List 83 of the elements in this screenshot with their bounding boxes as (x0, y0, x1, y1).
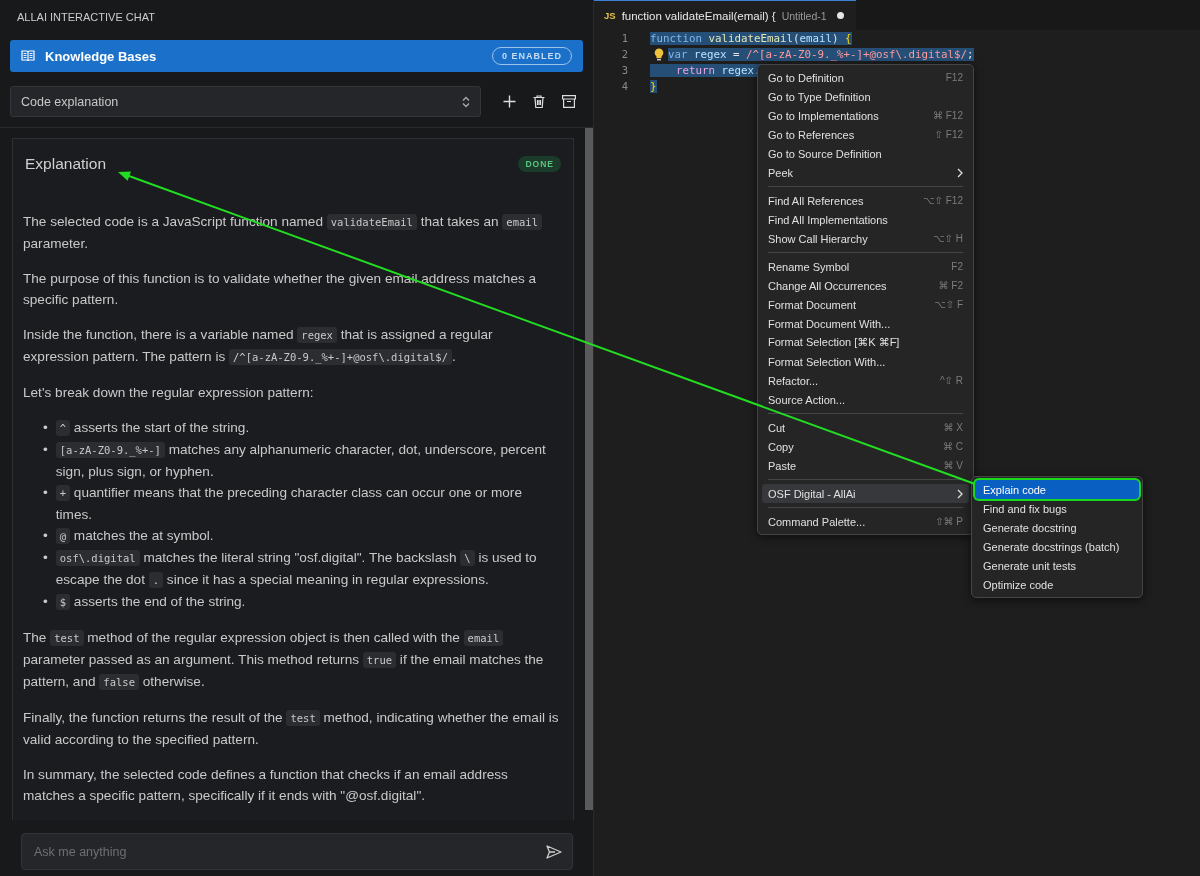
line-number: 3 (620, 64, 629, 76)
menu-item[interactable]: Rename Symbol F2 (762, 257, 969, 276)
book-icon (21, 50, 35, 62)
menu-item[interactable]: Peek (762, 163, 969, 182)
line-number: 2 (620, 48, 629, 60)
submenu-item[interactable]: Generate unit tests (975, 556, 1139, 575)
list-item-text: [a-zA-Z0-9._%+-] matches any alphanumeric character, dot, underscore, percent sign, plus sign, or hyphen. (55, 441, 547, 481)
paragraph: Let's break down the regular expression pattern: (23, 384, 315, 402)
menu-item[interactable]: Find All Implementations (762, 210, 969, 229)
shortcut: ⇧ F12 (934, 129, 963, 140)
menu-item[interactable]: Go to Definition F12 (762, 68, 969, 87)
submenu-item[interactable]: Find and fix bugs (975, 499, 1139, 518)
mode-dropdown[interactable]: Code explanation (10, 86, 481, 117)
lightbulb-icon[interactable] (654, 47, 664, 61)
sort-caret-icon (462, 95, 470, 108)
shortcut: ^⇧ R (939, 375, 963, 386)
submenu-item[interactable]: Optimize code (975, 575, 1139, 594)
shortcut: ⇧⌘ P (935, 516, 963, 527)
bullet: • (43, 527, 48, 545)
menu-item[interactable]: Go to Type Definition (762, 87, 969, 106)
menu-item[interactable]: Cut ⌘ X (762, 418, 969, 437)
list-item-text: $ asserts the end of the string. (55, 591, 246, 613)
list-item-text: @ matches the at symbol. (55, 525, 214, 547)
menu-item[interactable]: Format Selection With... (762, 352, 969, 371)
shortcut: F12 (945, 72, 963, 83)
bullet: • (43, 441, 48, 459)
shortcut: ⌥⇧ F (934, 299, 963, 310)
message-input[interactable]: Ask me anything (32, 843, 546, 860)
menu-item[interactable]: Go to Implementations ⌘ F12 (762, 106, 969, 125)
shortcut: ⌘ V (943, 460, 963, 471)
editor-tab[interactable]: JS function validateEmail(email) { Untitled-1 (594, 0, 856, 30)
menu-item[interactable]: Paste ⌘ V (762, 456, 969, 475)
menu-item[interactable]: Go to References ⇧ F12 (762, 125, 969, 144)
bullet: • (43, 419, 48, 437)
submenu-item[interactable]: Explain code (975, 480, 1139, 499)
scrollbar[interactable] (585, 128, 593, 810)
send-icon[interactable] (546, 844, 562, 859)
paragraph: Finally, the function returns the result of the test method, indicating whether the email is valid according to the specified pattern. (23, 709, 560, 749)
shortcut: ⌘ F12 (933, 110, 963, 121)
menu-item[interactable]: Refactor... ^⇧ R (762, 371, 969, 390)
submenu-item[interactable]: Generate docstring (975, 518, 1139, 537)
knowledge-bases-bar[interactable]: Knowledge Bases 0 ENABLED (10, 40, 583, 72)
paragraph: In summary, the selected code defines a function that checks if an email address matches a specific pattern, specifically if it ends with "@osf.digital". (23, 766, 509, 805)
menu-item[interactable]: Source Action... (762, 390, 969, 409)
submenu-item[interactable]: Generate docstrings (batch) (975, 537, 1139, 556)
menu-item[interactable]: Format Document ⌥⇧ F (762, 295, 969, 314)
paragraph: The purpose of this function is to validate whether the given email address matches a specific pattern. (23, 270, 538, 309)
shortcut: F2 (951, 261, 963, 272)
status-badge: DONE (518, 156, 561, 172)
message-field[interactable]: Ask me anything (21, 833, 573, 870)
menu-item[interactable]: Copy ⌘ C (762, 437, 969, 456)
list-item-text: + quantifier means that the preceding character class can occur one or more times. (55, 484, 523, 524)
js-file-icon: JS (604, 10, 616, 21)
shortcut: ⌥⇧ F12 (923, 195, 963, 206)
paragraph: The test method of the regular expression object is then called with the email parameter passed as an argument. This method returns true if the email matches the pattern, and false otherwise. (23, 629, 545, 692)
list-item-text: osf\.digital matches the literal string "osf.digital". The backslash \ is used to escape the dot . since it has a special meaning in regular expressions. (55, 549, 538, 590)
menu-item[interactable]: Go to Source Definition (762, 144, 969, 163)
archive-icon[interactable] (562, 95, 576, 108)
response-title: Explanation (25, 155, 106, 173)
list-item-text: ^ asserts the start of the string. (55, 417, 250, 439)
bullet: • (43, 593, 48, 611)
menu-item[interactable]: Find All References ⌥⇧ F12 (762, 191, 969, 210)
trash-icon[interactable] (533, 95, 545, 108)
panel-title: ALLAI INTERACTIVE CHAT (16, 10, 156, 25)
knowledge-bases-label: Knowledge Bases (45, 48, 158, 64)
shortcut: ⌘ F2 (938, 280, 963, 291)
menu-item[interactable]: Change All Occurrences ⌘ F2 (762, 276, 969, 295)
shortcut: ⌘ C (943, 441, 963, 452)
menu-item[interactable]: OSF Digital - AllAi (762, 484, 969, 503)
line-number: 1 (620, 32, 629, 44)
tab-filename: Untitled-1 (781, 9, 827, 22)
tab-title: function validateEmail(email) { (621, 9, 776, 22)
shortcut: ⌘ X (943, 422, 963, 433)
add-icon[interactable] (503, 95, 516, 108)
menu-item[interactable]: Format Selection [⌘K ⌘F] (762, 333, 969, 352)
paragraph: Inside the function, there is a variable named regex that is assigned a regular expression pattern. The pattern is /^[a-zA-Z0-9._%+-]+@osf\.digital$/ . (23, 326, 494, 367)
menu-item[interactable]: Command Palette... ⇧⌘ P (762, 512, 969, 531)
bullet: • (43, 549, 48, 567)
bullet: • (43, 484, 48, 502)
line-number: 4 (620, 80, 629, 92)
menu-item[interactable]: Format Document With... (762, 314, 969, 333)
shortcut: ⌥⇧ H (933, 233, 963, 244)
menu-item[interactable]: Show Call Hierarchy ⌥⇧ H (762, 229, 969, 248)
